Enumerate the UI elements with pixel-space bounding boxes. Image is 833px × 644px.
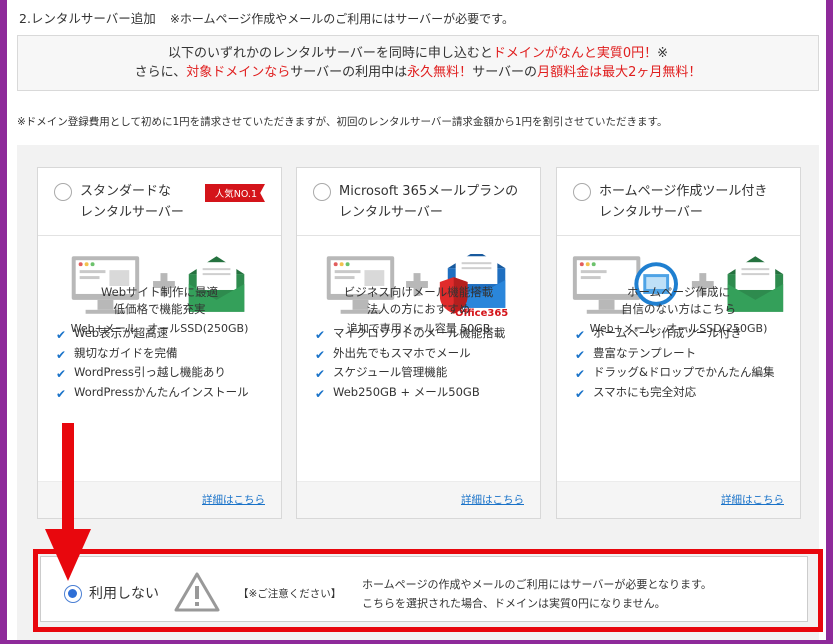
- feature-text: 外出先でもスマホでメール: [333, 345, 471, 360]
- plan-radio-builder[interactable]: [573, 183, 591, 201]
- plan-title-line: ホームページ作成ツール付き: [599, 184, 768, 199]
- plan-card-builder[interactable]: ホームページ作成ツール付き レンタルサーバー Web+メール オールSSD(25…: [556, 167, 801, 519]
- not-use-message-line: こちらを選択された場合、ドメインは実質0円になりません。: [362, 597, 666, 610]
- check-icon: ✔: [56, 386, 67, 401]
- section-note: ※ホームページ作成やメールのご利用にはサーバーが必要です。: [169, 12, 514, 26]
- feature-item: ✔ 外出先でもスマホでメール: [313, 344, 505, 364]
- plan-card-header: Microsoft 365メールプランの レンタルサーバー: [297, 168, 540, 236]
- plan-card-footer: 詳細はこちら: [557, 481, 800, 518]
- plan-title-line: レンタルサーバー: [80, 205, 184, 220]
- not-use-message-line: ホームページの作成やメールのご利用にはサーバーが必要となります。: [362, 578, 712, 591]
- feature-text: Web表示が超高速: [74, 326, 169, 340]
- feature-item: ✔ 親切なガイドを完備: [54, 344, 249, 364]
- plan-card-header: ホームページ作成ツール付き レンタルサーバー: [557, 168, 800, 236]
- plan-title: Microsoft 365メールプランの レンタルサーバー: [339, 181, 518, 223]
- promo-text: 以下のいずれかのレンタルサーバーを同時に申し込むと: [167, 46, 493, 61]
- feature-text: Web250GB + メール50GB: [333, 384, 480, 399]
- plan-title-line: レンタルサーバー: [339, 205, 443, 220]
- feature-text: ドラッグ&ドロップでかんたん編集: [593, 365, 775, 379]
- plan-radio-m365[interactable]: [313, 183, 331, 201]
- feature-item: ✔ ホームページ作成ツール付き: [573, 324, 774, 344]
- plan-desc-line: 自信のない方はこちら: [621, 302, 736, 316]
- plan-title: ホームページ作成ツール付き レンタルサーバー: [599, 181, 767, 223]
- feature-text: スマホにも完全対応: [593, 384, 697, 399]
- section-title: 2.レンタルサーバー追加 ※ホームページ作成やメールのご利用にはサーバーが必要です…: [19, 8, 514, 27]
- feature-text: 親切なガイドを完備: [74, 345, 178, 360]
- plan-desc-line: ホームページ作成に: [627, 285, 730, 299]
- plan-desc-line: ビジネス向けメール機能搭載: [343, 285, 494, 299]
- feature-item: ✔ ドラッグ&ドロップでかんたん編集: [573, 363, 774, 383]
- plan-description: ホームページ作成に 自信のない方はこちら: [557, 284, 800, 318]
- feature-item: ✔ WordPressかんたんインストール: [54, 383, 249, 403]
- details-link-m365[interactable]: 詳細はこちら: [461, 492, 524, 507]
- plan-title-line: Microsoft 365メールプランの: [339, 184, 519, 199]
- page: 2.レンタルサーバー追加 ※ホームページ作成やメールのご利用にはサーバーが必要です…: [7, 0, 826, 640]
- caution-label: 【※ご注意ください】: [238, 588, 342, 600]
- details-link-standard[interactable]: 詳細はこちら: [202, 492, 265, 507]
- check-icon: ✔: [575, 386, 586, 401]
- promo-text: ※: [657, 46, 669, 61]
- plan-card-m365[interactable]: Microsoft 365メールプランの レンタルサーバー 追加で専用メール容量…: [296, 167, 541, 519]
- plan-description: Webサイト制作に最適 低価格で機能充実: [38, 284, 281, 318]
- promo-text: サーバーの利用中は: [290, 65, 408, 80]
- feature-item: ✔ 豊富なテンプレート: [573, 344, 774, 364]
- feature-item: ✔ WordPress引っ越し機能あり: [54, 363, 249, 383]
- feature-item: ✔ Web250GB + メール50GB: [313, 383, 505, 403]
- down-arrow-icon: [45, 423, 91, 581]
- promo-box: 以下のいずれかのレンタルサーバーを同時に申し込むとドメインがなんと実質0円！※ …: [17, 35, 819, 91]
- promo-text: サーバーの: [472, 65, 538, 80]
- promo-line-1: 以下のいずれかのレンタルサーバーを同時に申し込むとドメインがなんと実質0円！※: [18, 44, 818, 63]
- section-title-text: 2.レンタルサーバー追加: [19, 11, 156, 26]
- feature-text: スケジュール管理機能: [333, 365, 448, 379]
- not-use-label[interactable]: 利用しない: [89, 583, 159, 603]
- popular-badge: 人気NO.1: [204, 184, 265, 202]
- plan-features: ✔ マイクロソフトのメール機能搭載 ✔ 外出先でもスマホでメール ✔ スケジュール管理…: [313, 324, 505, 402]
- promo-line-2: さらに、対象ドメインならサーバーの利用中は永久無料！サーバーの月額料金は最大2ヶ…: [18, 63, 818, 82]
- feature-text: ホームページ作成ツール付き: [593, 326, 742, 340]
- plan-desc-line: 法人の方におすすめ: [366, 302, 471, 316]
- feature-item: ✔ スケジュール管理機能: [313, 363, 505, 383]
- not-use-option[interactable]: 利用しない 【※ご注意ください】 ホームページの作成やメールのご利用にはサーバー…: [40, 556, 808, 622]
- feature-item: ✔ マイクロソフトのメール機能搭載: [313, 324, 505, 344]
- plan-card-footer: 詳細はこちら: [297, 481, 540, 518]
- feature-text: WordPressかんたんインストール: [74, 384, 249, 399]
- promo-highlight: 永久無料！: [407, 65, 473, 80]
- plan-radio-standard[interactable]: [54, 183, 72, 201]
- check-icon: ✔: [315, 386, 326, 401]
- plan-title-line: スタンダードな: [80, 184, 172, 199]
- feature-item: ✔ スマホにも完全対応: [573, 383, 774, 403]
- promo-highlight: 月額料金は最大2ヶ月無料！: [537, 65, 702, 80]
- plan-card-header: スタンダードな レンタルサーバー 人気NO.1: [38, 168, 281, 236]
- plan-features: ✔ ホームページ作成ツール付き ✔ 豊富なテンプレート ✔ ドラッグ&ドロップでかんた…: [573, 324, 774, 402]
- promo-highlight: 対象ドメインなら: [186, 65, 291, 80]
- plan-description: ビジネス向けメール機能搭載 法人の方におすすめ: [297, 284, 540, 318]
- promo-text: さらに、: [134, 65, 187, 80]
- feature-item: ✔ Web表示が超高速: [54, 324, 249, 344]
- plan-title: スタンダードな レンタルサーバー: [80, 181, 184, 223]
- fee-note: ※ドメイン登録費用として初めに1円を請求させていただきますが、初回のレンタルサー…: [17, 116, 668, 128]
- feature-text: WordPress引っ越し機能あり: [74, 365, 226, 379]
- plan-desc-line: Webサイト制作に最適: [100, 285, 219, 299]
- feature-text: マイクロソフトのメール機能搭載: [333, 326, 506, 340]
- details-link-builder[interactable]: 詳細はこちら: [721, 492, 784, 507]
- feature-text: 豊富なテンプレート: [593, 345, 697, 360]
- warning-icon: [174, 572, 220, 612]
- plan-desc-line: 低価格で機能充実: [113, 302, 206, 316]
- plan-features: ✔ Web表示が超高速 ✔ 親切なガイドを完備 ✔ WordPress引っ越し機能あり…: [54, 324, 249, 402]
- plan-title-line: レンタルサーバー: [599, 205, 703, 220]
- promo-highlight: ドメインがなんと実質0円！: [492, 46, 658, 61]
- not-use-radio[interactable]: [64, 585, 82, 603]
- not-use-message: ホームページの作成やメールのご利用にはサーバーが必要となります。 こちらを選択さ…: [362, 575, 712, 613]
